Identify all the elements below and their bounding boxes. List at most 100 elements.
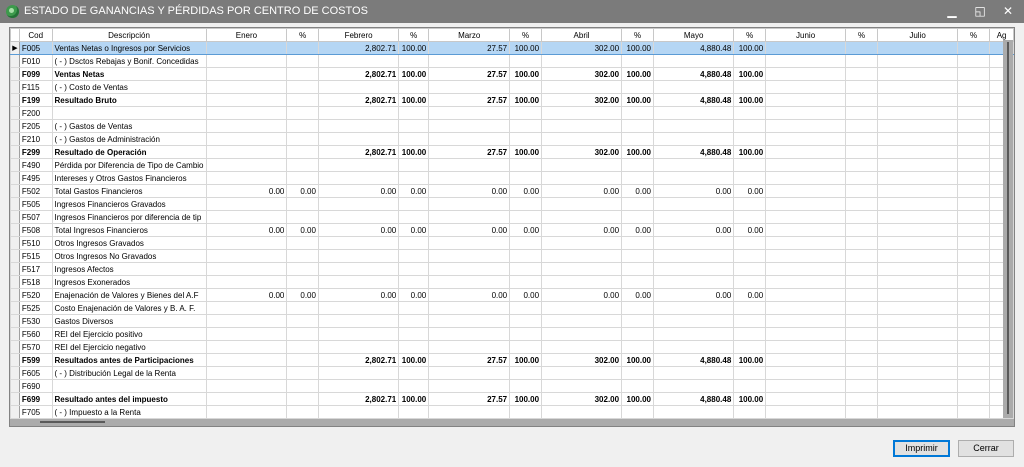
cell-value[interactable] [765,340,846,354]
table-row[interactable]: F502 Total Gastos Financieros 0.00 0.00 0.00… [10,184,1014,198]
table-row[interactable]: F010( - ) Dsctos Rebajas y Bonif. Conced… [10,54,1014,68]
cell-cod[interactable]: F525 [18,301,53,315]
cell-value[interactable] [398,327,430,341]
cell-value[interactable] [398,236,430,250]
cell-value[interactable] [621,301,654,315]
cell-value[interactable] [205,379,288,393]
cell-cod[interactable]: F505 [18,197,53,211]
table-row[interactable]: F515 Otros Ingresos No Gravados [10,249,1014,263]
cell-value[interactable]: 27.57 [428,41,511,55]
cell-value[interactable] [956,288,991,302]
cell-cod[interactable]: F299 [18,145,53,159]
column-header[interactable]: % [398,28,430,42]
cell-value[interactable] [398,119,430,133]
cell-value[interactable] [844,249,879,263]
cell-value[interactable]: 100.00 [509,67,543,81]
cell-value[interactable] [286,236,319,250]
cell-description[interactable] [51,106,207,120]
cell-description[interactable]: Enajenación de Valores y Bienes del A.F [51,288,207,302]
cell-value[interactable] [956,301,991,315]
cell-value[interactable]: 0.00 [205,288,288,302]
cell-value[interactable] [509,197,543,211]
cell-value[interactable] [877,366,958,380]
cell-value[interactable]: 2,802.71 [317,67,400,81]
column-header[interactable]: % [844,28,879,42]
horizontal-scrollbar[interactable] [10,419,1014,426]
cell-value[interactable]: 0.00 [621,223,654,237]
cell-cod[interactable]: F508 [18,223,53,237]
cell-value[interactable] [877,67,958,81]
cell-value[interactable] [652,340,735,354]
cell-value[interactable] [652,210,735,224]
column-header[interactable]: Descripción [51,28,207,42]
cell-value[interactable] [844,67,879,81]
cell-description[interactable]: Resultados antes de Participaciones [51,353,207,367]
cell-description[interactable]: Ventas Netas o Ingresos por Servicios [51,41,207,55]
table-row[interactable]: F508 Total Ingresos Financieros 0.00 0.00 0.… [10,223,1014,237]
cell-value[interactable] [541,275,623,289]
cell-value[interactable] [317,210,400,224]
cell-value[interactable]: 302.00 [541,145,623,159]
table-row[interactable]: F520 Enajenación de Valores y Bienes del … [10,288,1014,302]
cell-value[interactable] [286,353,319,367]
cell-value[interactable] [877,327,958,341]
cell-value[interactable] [205,80,288,94]
cell-value[interactable] [428,275,511,289]
cell-value[interactable] [398,197,430,211]
cell-value[interactable]: 0.00 [286,288,319,302]
cell-value[interactable]: 100.00 [733,353,767,367]
cell-value[interactable] [205,301,288,315]
table-row[interactable]: F690 [10,379,1014,393]
cell-value[interactable] [398,301,430,315]
cell-value[interactable] [205,236,288,250]
cell-value[interactable] [877,119,958,133]
cell-value[interactable] [398,106,430,120]
cell-value[interactable] [286,67,319,81]
table-row[interactable]: F570 REI del Ejercicio negativo [10,340,1014,354]
cell-value[interactable] [844,288,879,302]
cell-description[interactable]: Ingresos Exonerados [51,275,207,289]
cell-value[interactable] [844,132,879,146]
cell-value[interactable]: 0.00 [509,184,543,198]
cell-value[interactable] [317,262,400,276]
cell-value[interactable] [317,249,400,263]
table-row[interactable]: F518 Ingresos Exonerados [10,275,1014,289]
cell-value[interactable] [398,366,430,380]
cell-value[interactable] [205,366,288,380]
cell-value[interactable] [317,106,400,120]
cell-value[interactable] [205,158,288,172]
cell-cod[interactable]: F690 [18,379,53,393]
cell-value[interactable]: 4,880.48 [652,392,735,406]
cell-value[interactable]: 27.57 [428,67,511,81]
cell-value[interactable] [652,262,735,276]
cell-value[interactable] [956,392,991,406]
cell-description[interactable]: Ingresos Financieros Gravados [51,197,207,211]
cell-value[interactable] [652,249,735,263]
cell-value[interactable]: 27.57 [428,353,511,367]
cell-value[interactable] [877,54,958,68]
cell-value[interactable] [541,171,623,185]
cell-value[interactable] [956,223,991,237]
cell-cod[interactable]: F699 [18,392,53,406]
cell-value[interactable] [733,379,767,393]
cell-value[interactable] [844,210,879,224]
cell-value[interactable]: 0.00 [652,223,735,237]
cell-value[interactable] [877,236,958,250]
cell-value[interactable] [844,314,879,328]
cell-value[interactable] [765,262,846,276]
cell-value[interactable] [286,327,319,341]
cell-value[interactable] [428,106,511,120]
cell-value[interactable] [509,249,543,263]
cell-value[interactable]: 0.00 [652,184,735,198]
cell-value[interactable] [733,171,767,185]
cell-value[interactable] [844,275,879,289]
cell-value[interactable]: 100.00 [509,392,543,406]
cell-value[interactable] [956,80,991,94]
cell-value[interactable] [956,106,991,120]
cell-value[interactable] [428,210,511,224]
cell-value[interactable] [286,54,319,68]
table-row[interactable]: F560 REI del Ejercicio positivo [10,327,1014,341]
cell-value[interactable]: 27.57 [428,392,511,406]
cell-value[interactable]: 100.00 [398,392,430,406]
table-row[interactable]: F605( - ) Distribución Legal de la Renta [10,366,1014,380]
